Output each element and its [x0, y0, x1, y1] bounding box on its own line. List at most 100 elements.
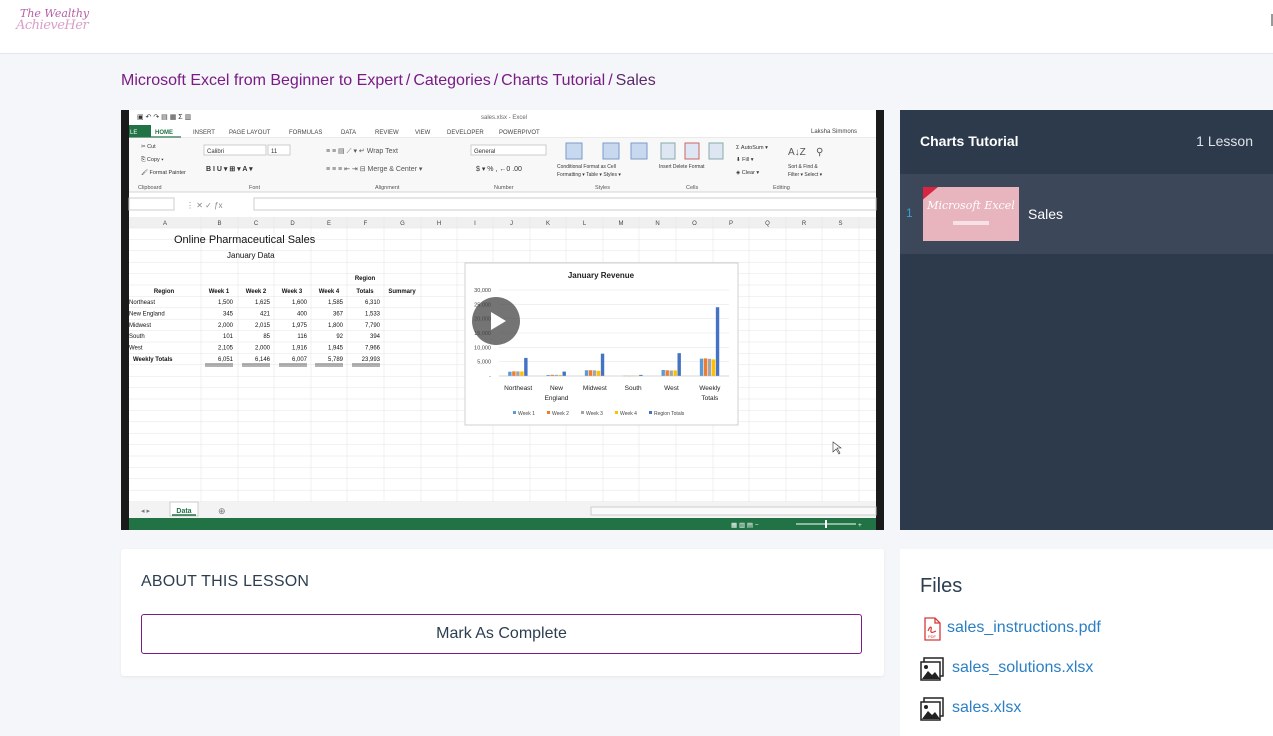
excel-user: Laksha Simmons	[811, 129, 857, 135]
column-header-bar	[129, 217, 876, 228]
ribbon-group-label: Alignment	[375, 185, 400, 191]
file-link[interactable]: sales_solutions.xlsx	[952, 659, 1093, 677]
totals-cell: 6,051	[218, 357, 234, 363]
font-name-value: Calibri	[207, 149, 224, 155]
column-header: K	[546, 221, 550, 227]
chart-category-label: Weekly	[699, 385, 721, 392]
chart-category-label: South	[625, 385, 642, 392]
legend-swatch	[547, 411, 550, 414]
breadcrumb-link-categories[interactable]: Categories	[413, 72, 490, 89]
ribbon-cut: ✂ Cut	[141, 144, 156, 150]
excel-status-bar	[129, 518, 876, 530]
breadcrumb-separator: /	[608, 72, 613, 89]
table-cell: 1,916	[292, 346, 308, 352]
table-cell: 367	[333, 311, 344, 317]
table-header: Week 1	[209, 289, 230, 295]
legend-swatch	[581, 411, 584, 414]
breadcrumb-separator: /	[493, 72, 499, 89]
chart-bar	[669, 370, 673, 376]
site-logo[interactable]: The Wealthy AchieveHer	[14, 7, 89, 35]
chart-bar	[677, 353, 681, 376]
zoom-plus: +	[858, 522, 862, 529]
zoom-slider-handle	[825, 520, 827, 528]
file-link[interactable]: sales.xlsx	[952, 699, 1021, 717]
mark-complete-button[interactable]: Mark As Complete	[141, 614, 862, 654]
styles-labels-2: Formatting ▾ Table ▾ Styles ▾	[557, 172, 621, 178]
name-box	[128, 197, 175, 211]
chart-category-label: Midwest	[583, 385, 607, 392]
svg-text:PDF: PDF	[928, 634, 937, 639]
column-header: E	[327, 221, 331, 227]
top-navbar: The Wealthy AchieveHer	[0, 0, 1273, 54]
format-as-table-icon	[602, 142, 620, 160]
legend-swatch	[615, 411, 618, 414]
table-header: Summary	[388, 289, 416, 295]
table-cell: 1,500	[218, 300, 234, 306]
chart-bar	[673, 370, 677, 376]
lesson-number: 1	[906, 206, 913, 220]
sidebar-header: Charts Tutorial 1 Lesson	[900, 110, 1273, 174]
ribbon-tab: HOME	[155, 130, 173, 136]
format-cells-icon	[708, 142, 724, 160]
ribbon-group-label: Clipboard	[138, 185, 162, 191]
table-cell: 400	[297, 311, 308, 317]
excel-title-bar: sales.xlsx - Excel	[481, 115, 527, 121]
column-header: O	[692, 221, 697, 227]
legend-label: Week 2	[552, 411, 569, 417]
legend-label: Week 3	[586, 411, 603, 417]
breadcrumb-link-course[interactable]: Microsoft Excel from Beginner to Expert	[121, 72, 403, 89]
number-format-value: General	[474, 149, 495, 155]
sheet-nav-arrows: ◂ ▸	[141, 508, 150, 515]
lesson-label: Sales	[1028, 206, 1064, 222]
cells-labels: Insert Delete Format	[659, 164, 705, 170]
table-cell: 7,966	[365, 346, 381, 352]
chart-bar	[707, 358, 712, 376]
legend-swatch	[513, 411, 516, 414]
conditional-formatting-icon	[565, 142, 583, 160]
legend-label: Week 4	[620, 411, 637, 417]
add-sheet-icon: ⊕	[218, 506, 226, 516]
ribbon-tab: PAGE LAYOUT	[229, 130, 271, 136]
table-header: Week 3	[282, 289, 303, 295]
column-header: D	[290, 221, 295, 227]
table-cell: 345	[223, 311, 234, 317]
video-right-edge	[876, 110, 884, 530]
table-cell: 1,945	[328, 346, 344, 352]
lesson-sidebar: Charts Tutorial 1 Lesson 1 Microsoft Exc…	[900, 110, 1273, 530]
chart-bar	[562, 371, 566, 376]
chart-y-tick: 5,000	[477, 360, 491, 366]
excel-file-tab-label: LE	[130, 130, 137, 136]
ribbon-group-label: Number	[494, 185, 514, 191]
chart-category-label: Northeast	[504, 385, 532, 392]
breadcrumb-current: Sales	[615, 72, 656, 89]
editing-labels-2: Filter ▾ Select ▾	[788, 172, 823, 178]
lesson-item-sales[interactable]: 1 Microsoft Excel Sales	[900, 174, 1273, 254]
ribbon-tab: INSERT	[193, 130, 215, 136]
chart-category-label: England	[545, 395, 569, 402]
totals-cell: 5,789	[328, 357, 344, 363]
ribbon-tab: REVIEW	[375, 130, 399, 136]
excel-ribbon-tabs: HOME INSERT PAGE LAYOUT FORMULAS DATA REVIEW V…	[151, 130, 540, 138]
ribbon-group-label: Editing	[773, 185, 790, 191]
pdf-icon: PDF	[924, 617, 941, 641]
ribbon-fill: ⬇ Fill ▾	[736, 156, 754, 163]
chart-title: January Revenue	[568, 271, 635, 280]
chart-bar	[584, 370, 589, 376]
table-header: Region	[154, 289, 175, 295]
breadcrumb-link-section[interactable]: Charts Tutorial	[501, 72, 605, 89]
video-left-edge	[121, 110, 129, 530]
file-link[interactable]: sales_instructions.pdf	[947, 619, 1101, 637]
font-size-value: 11	[271, 149, 278, 155]
chart-bar	[520, 371, 524, 376]
video-player[interactable]: sales.xlsx - Excel Laksha Simmons ▣ ↶ ↷ …	[121, 110, 884, 530]
table-cell: 85	[263, 334, 270, 340]
insert-cells-icon	[660, 142, 676, 160]
section-title: Charts Tutorial	[920, 133, 1019, 149]
logo-line-2: AchieveHer	[16, 18, 89, 33]
play-button[interactable]	[472, 297, 520, 345]
table-cell: South	[129, 334, 145, 340]
table-cell: Midwest	[129, 323, 151, 329]
column-header: A	[163, 221, 167, 227]
table-cell: 394	[370, 334, 381, 340]
chart-bar	[665, 370, 669, 376]
